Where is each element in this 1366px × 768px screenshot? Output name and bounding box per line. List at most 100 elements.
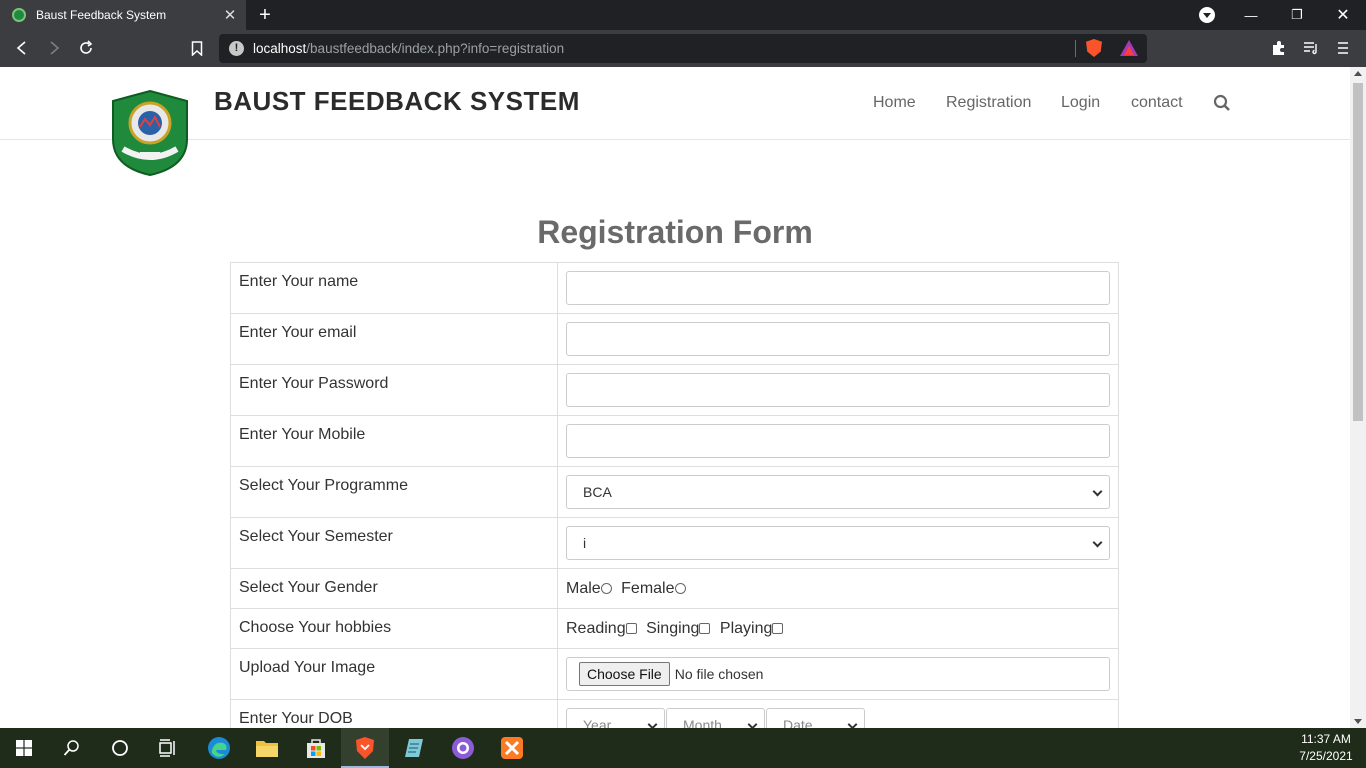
hobby-singing-checkbox[interactable]	[699, 623, 711, 634]
task-view-button[interactable]	[144, 728, 192, 768]
nav-contact[interactable]: contact	[1131, 94, 1183, 112]
task-view-icon	[159, 739, 175, 757]
brave-icon	[356, 737, 374, 759]
site-header: BAUST FEEDBACK SYSTEM Home Registration …	[0, 67, 1350, 177]
brave-app[interactable]	[341, 728, 389, 768]
image-file-input[interactable]: Choose File No file chosen	[566, 657, 1110, 691]
restore-button[interactable]: ❐	[1274, 0, 1320, 30]
windows-logo-icon	[16, 740, 32, 756]
hobby-playing-checkbox[interactable]	[772, 623, 784, 634]
semester-selected-value: i	[583, 535, 587, 551]
registration-form: Enter Your name Enter Your email Enter Y…	[230, 262, 1119, 728]
github-desktop-app[interactable]	[439, 728, 487, 768]
password-input[interactable]	[566, 373, 1110, 407]
gender-female-label: Female	[621, 580, 675, 597]
form-row-programme: Select Your Programme BCA	[230, 466, 1119, 518]
dob-date-select[interactable]: Date	[766, 708, 865, 728]
address-bar[interactable]: ! localhost/baustfeedback/index.php?info…	[219, 34, 1147, 63]
chevron-down-icon	[1092, 486, 1103, 497]
semester-label: Select Your Semester	[230, 517, 558, 569]
edge-icon	[208, 737, 230, 759]
programme-select[interactable]: BCA	[566, 475, 1110, 509]
form-row-semester: Select Your Semester i	[230, 517, 1119, 569]
cortana-button[interactable]	[96, 728, 144, 768]
hobby-reading-label: Reading	[566, 620, 626, 637]
github-icon	[452, 737, 474, 759]
programme-selected-value: BCA	[583, 484, 612, 500]
search-icon[interactable]	[1213, 94, 1231, 112]
nav-home[interactable]: Home	[873, 94, 916, 112]
image-label: Upload Your Image	[230, 648, 558, 700]
mobile-label: Enter Your Mobile	[230, 415, 558, 467]
browser-titlebar: Baust Feedback System ✕ + — ❐ ✕	[0, 0, 1366, 30]
close-tab-icon[interactable]: ✕	[220, 6, 240, 24]
name-input[interactable]	[566, 271, 1110, 305]
chevron-down-icon	[1092, 537, 1103, 548]
system-clock[interactable]: 11:37 AM 7/25/2021	[1290, 731, 1362, 765]
gender-female-radio[interactable]	[674, 583, 686, 594]
store-icon	[307, 739, 325, 758]
clock-time: 11:37 AM	[1301, 732, 1351, 746]
browser-toolbar: ! localhost/baustfeedback/index.php?info…	[0, 30, 1366, 67]
dob-month-select[interactable]: Month	[666, 708, 765, 728]
semester-select[interactable]: i	[566, 526, 1110, 560]
name-label: Enter Your name	[230, 262, 558, 314]
form-row-hobbies: Choose Your hobbies Reading Singing Play…	[230, 608, 1119, 649]
browser-tab[interactable]: Baust Feedback System ✕	[0, 0, 246, 30]
store-app[interactable]	[292, 728, 340, 768]
back-arrow-icon	[16, 41, 26, 55]
gender-label: Select Your Gender	[230, 568, 558, 609]
back-button[interactable]	[9, 36, 35, 60]
scroll-up-icon[interactable]	[1354, 71, 1362, 76]
form-title: Registration Form	[537, 214, 813, 250]
scroll-down-icon[interactable]	[1354, 719, 1362, 724]
edge-app[interactable]	[195, 728, 243, 768]
brave-rewards-icon[interactable]	[1120, 40, 1138, 56]
xampp-app[interactable]	[488, 728, 536, 768]
form-row-password: Enter Your Password	[230, 364, 1119, 416]
nav-registration[interactable]: Registration	[946, 94, 1031, 112]
site-favicon-icon	[12, 8, 26, 22]
chevron-down-icon	[747, 719, 758, 728]
cortana-icon	[112, 740, 128, 756]
email-input[interactable]	[566, 322, 1110, 356]
notepad-app[interactable]	[390, 728, 438, 768]
scrollbar-thumb[interactable]	[1353, 83, 1363, 421]
notepad-icon	[405, 739, 423, 757]
choose-file-button[interactable]: Choose File	[579, 662, 670, 686]
search-icon	[63, 740, 79, 756]
reload-button[interactable]	[73, 36, 99, 60]
nav-login[interactable]: Login	[1061, 94, 1100, 112]
forward-button[interactable]	[41, 36, 67, 60]
brave-shields-icon[interactable]	[1086, 39, 1102, 57]
page-scrollbar[interactable]	[1350, 67, 1366, 728]
form-row-email: Enter Your email	[230, 313, 1119, 365]
url-text[interactable]: localhost/baustfeedback/index.php?info=r…	[253, 41, 564, 56]
hobby-reading-checkbox[interactable]	[625, 623, 637, 634]
baust-logo[interactable]	[109, 89, 191, 177]
gender-male-radio[interactable]	[600, 583, 612, 594]
extensions-icon[interactable]	[1267, 36, 1291, 60]
web-page: BAUST FEEDBACK SYSTEM Home Registration …	[0, 67, 1350, 728]
clock-date: 7/25/2021	[1299, 749, 1353, 763]
password-label: Enter Your Password	[230, 364, 558, 416]
dob-year-select[interactable]: Year	[566, 708, 665, 728]
site-info-icon[interactable]: !	[229, 41, 244, 56]
file-explorer-app[interactable]	[243, 728, 291, 768]
playlist-icon[interactable]	[1299, 36, 1323, 60]
start-button[interactable]	[0, 728, 48, 768]
menu-icon[interactable]	[1331, 36, 1355, 60]
bookmark-button[interactable]	[184, 36, 210, 60]
form-row-mobile: Enter Your Mobile	[230, 415, 1119, 467]
new-tab-button[interactable]: +	[254, 3, 276, 27]
site-title[interactable]: BAUST FEEDBACK SYSTEM	[214, 86, 580, 117]
xampp-icon	[501, 737, 523, 759]
mobile-input[interactable]	[566, 424, 1110, 458]
form-row-gender: Select Your Gender Male Female	[230, 568, 1119, 609]
omnibox-divider	[1075, 40, 1076, 57]
search-taskbar-button[interactable]	[48, 728, 96, 768]
profile-menu-icon[interactable]	[1199, 7, 1215, 23]
forward-arrow-icon	[50, 41, 60, 55]
close-window-button[interactable]: ✕	[1320, 0, 1366, 30]
minimize-button[interactable]: —	[1228, 0, 1274, 30]
